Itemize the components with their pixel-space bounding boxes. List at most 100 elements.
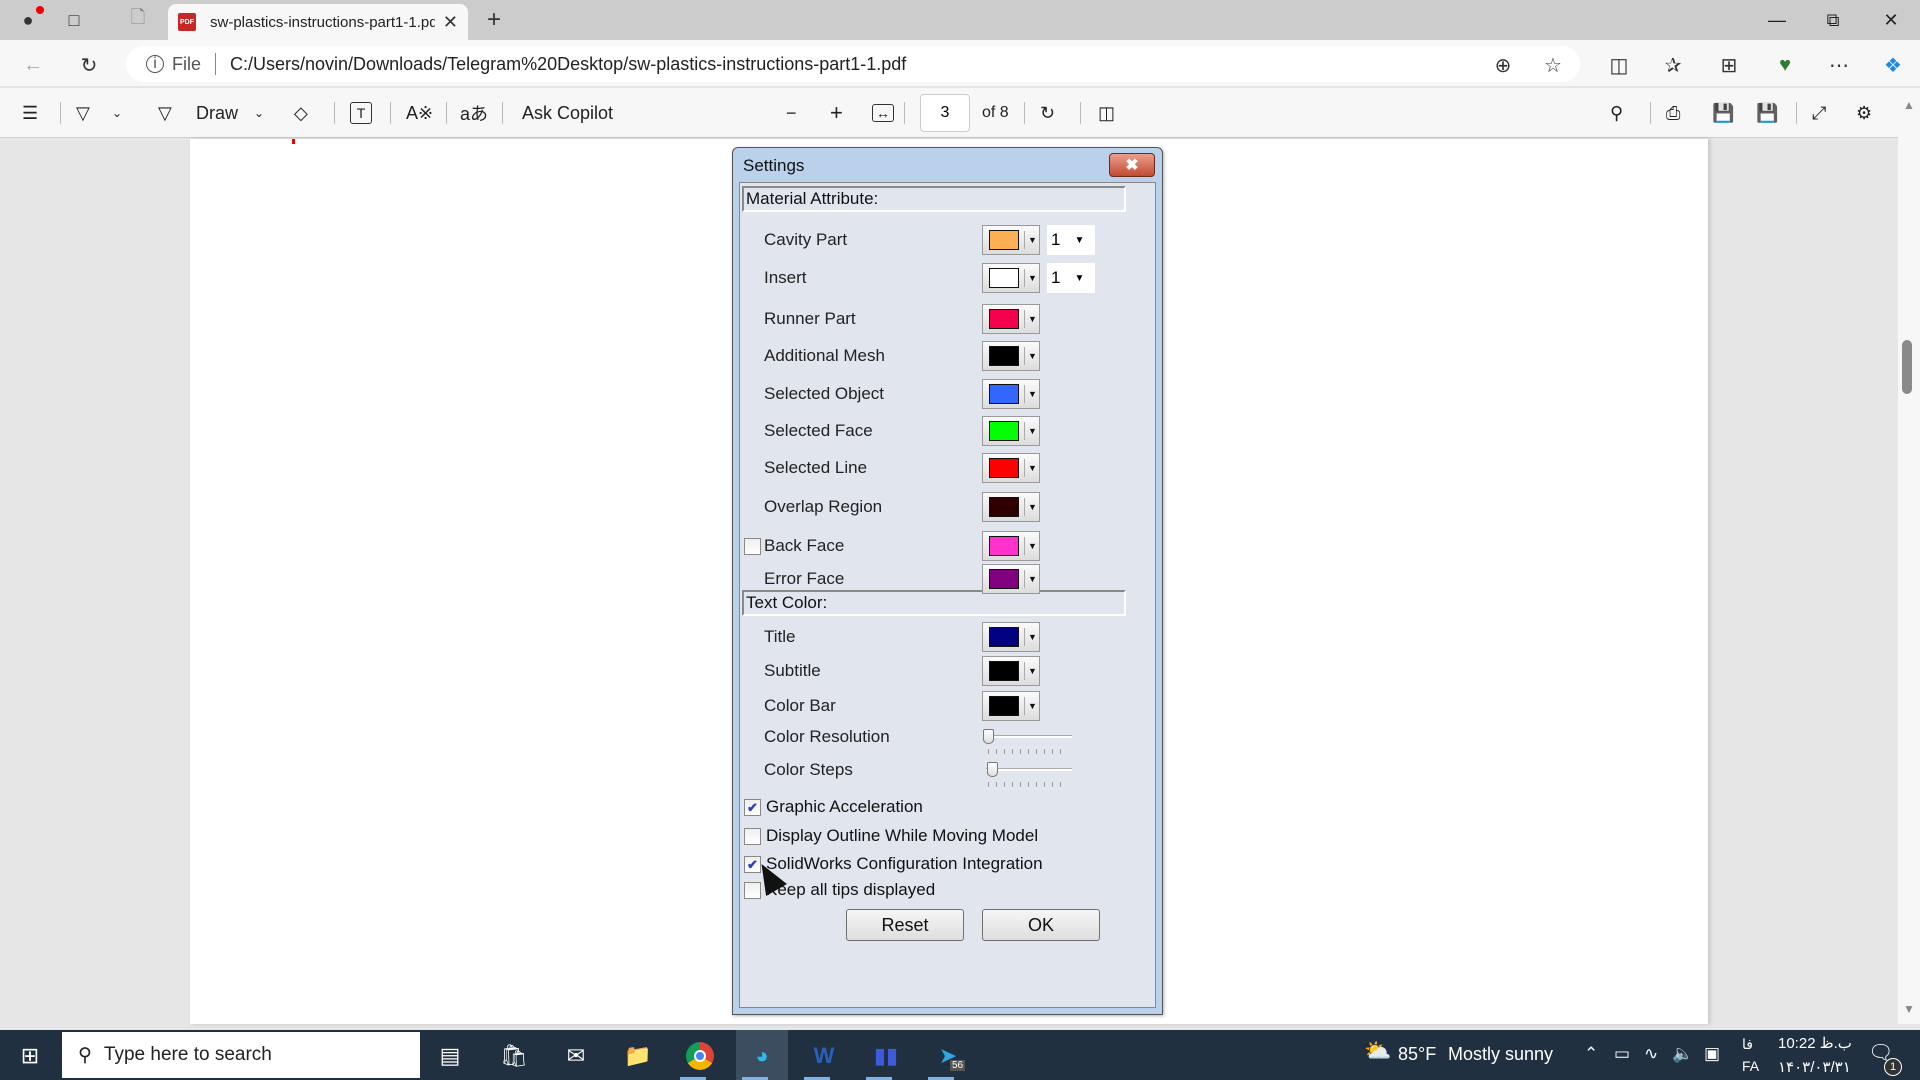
materials-number-select[interactable]: 1 ▼ — [1047, 225, 1095, 255]
materials-number-select[interactable]: 1 ▼ — [1047, 263, 1095, 293]
language-indicator[interactable]: FA — [1742, 1058, 1759, 1074]
favorites-icon[interactable]: ✰ — [1660, 52, 1686, 78]
page-icon[interactable]: 🗋 — [126, 7, 150, 32]
contents-icon[interactable]: ☰ — [22, 98, 38, 128]
ok-button[interactable]: OK — [982, 909, 1100, 941]
store-icon[interactable]: 🛍 — [492, 1036, 536, 1076]
scroll-down-arrow-icon[interactable]: ▼ — [1903, 1002, 1915, 1016]
minimize-button[interactable]: — — [1762, 6, 1792, 34]
file-explorer-icon[interactable]: 📁 — [616, 1036, 660, 1076]
weather-icon[interactable]: ⛅ — [1364, 1038, 1391, 1064]
weather-text[interactable]: Mostly sunny — [1448, 1044, 1553, 1065]
start-windows-icon[interactable]: ⊞ — [8, 1036, 52, 1076]
text_colors-color-picker[interactable]: ▼ — [982, 656, 1040, 686]
materials-color-picker[interactable]: ▼ — [982, 564, 1040, 594]
draw-button[interactable]: Draw — [196, 98, 238, 128]
new-tab-button[interactable]: + — [482, 6, 506, 33]
tab-active[interactable]: PDF sw-plastics-instructions-part1-1.pdf… — [168, 4, 468, 40]
option-label[interactable]: Keep all tips displayed — [766, 880, 935, 900]
dialog-close-button[interactable]: ✖ — [1109, 153, 1155, 177]
slider-knob[interactable] — [987, 762, 998, 777]
address-url[interactable]: C:/Users/novin/Downloads/Telegram%20Desk… — [230, 54, 906, 75]
zoom-icon[interactable]: ⊕ — [1490, 52, 1516, 78]
materials-color-picker[interactable]: ▼ — [982, 531, 1040, 561]
scrollbar-thumb[interactable] — [1902, 340, 1912, 394]
text-box-icon[interactable]: T — [350, 102, 372, 124]
save-as-icon[interactable]: 💾 — [1756, 98, 1778, 128]
copilot-icon[interactable]: ❖ — [1880, 52, 1906, 78]
materials-color-picker[interactable]: ▼ — [982, 341, 1040, 371]
page-number-input[interactable]: 3 — [920, 94, 970, 132]
restore-button[interactable]: ⧉ — [1818, 6, 1848, 34]
split-screen-icon[interactable]: ◫ — [1606, 52, 1632, 78]
scroll-up-arrow-icon[interactable]: ▲ — [1903, 98, 1915, 112]
fit-to-width-icon[interactable]: ↔ — [872, 104, 894, 122]
text_colors-color-picker[interactable]: ▼ — [982, 691, 1040, 721]
wifi-icon[interactable]: ∿ — [1644, 1044, 1658, 1064]
highlight-chevron-icon[interactable]: ⌄ — [112, 98, 122, 128]
materials-checkbox[interactable] — [744, 538, 761, 555]
find-icon[interactable]: ⚲ — [1610, 98, 1623, 128]
taskbar-search[interactable]: ⚲ Type here to search — [62, 1032, 420, 1078]
materials-color-picker[interactable]: ▼ — [982, 379, 1040, 409]
read-aloud-icon[interactable]: A※ — [406, 98, 433, 128]
option-label[interactable]: Display Outline While Moving Model — [766, 826, 1038, 846]
language-fa-native[interactable]: فا — [1742, 1036, 1753, 1053]
browser-essentials-icon[interactable]: ♥ — [1772, 52, 1798, 78]
battery-icon[interactable]: ▭ — [1614, 1044, 1630, 1064]
option-checkbox[interactable]: ✔ — [744, 799, 761, 816]
rotate-icon[interactable]: ↻ — [1040, 98, 1055, 128]
color-resolution-slider[interactable] — [982, 729, 1074, 759]
option-label[interactable]: Graphic Acceleration — [766, 797, 923, 817]
save-icon[interactable]: 💾 — [1712, 98, 1734, 128]
draw-chevron-icon[interactable]: ⌄ — [254, 98, 264, 128]
draw-icon[interactable]: ▽ — [158, 98, 172, 128]
refresh-button[interactable]: ↻ — [76, 52, 102, 78]
option-label[interactable]: SolidWorks Configuration Integration — [766, 854, 1043, 874]
chart-app-icon[interactable]: ▮▮ — [864, 1036, 908, 1076]
collections-icon[interactable]: ⊞ — [1716, 52, 1742, 78]
settings-gear-icon[interactable]: ⚙ — [1856, 98, 1872, 128]
weather-temp[interactable]: 85°F — [1398, 1044, 1436, 1065]
print-icon[interactable]: ⎙ — [1666, 98, 1680, 128]
text_colors-color-picker[interactable]: ▼ — [982, 622, 1040, 652]
clock-date[interactable]: ۱۴۰۳/۰۳/۳۱ — [1778, 1058, 1851, 1076]
reset-button[interactable]: Reset — [846, 909, 964, 941]
materials-color-picker[interactable]: ▼ — [982, 453, 1040, 483]
materials-color-picker[interactable]: ▼ — [982, 304, 1040, 334]
option-checkbox[interactable] — [744, 882, 761, 899]
materials-color-picker[interactable]: ▼ — [982, 492, 1040, 522]
ask-copilot-button[interactable]: Ask Copilot — [522, 98, 613, 128]
chrome-icon[interactable] — [678, 1036, 722, 1076]
favorite-star-icon[interactable]: ☆ — [1540, 52, 1566, 78]
mail-icon[interactable]: ✉ — [554, 1036, 598, 1076]
materials-color-picker[interactable]: ▼ — [982, 263, 1040, 293]
vertical-scrollbar[interactable] — [1898, 90, 1920, 1024]
word-icon[interactable]: W — [802, 1036, 846, 1076]
option-checkbox[interactable] — [744, 828, 761, 845]
tab-close-icon[interactable]: ✕ — [443, 12, 458, 33]
address-bar[interactable]: i File C:/Users/novin/Downloads/Telegram… — [126, 46, 1580, 82]
zoom-in-button[interactable]: + — [830, 98, 843, 128]
clock-time[interactable]: 10:22 ب.ظ — [1778, 1034, 1852, 1052]
volume-icon[interactable]: 🔈 — [1672, 1044, 1693, 1064]
materials-color-picker[interactable]: ▼ — [982, 416, 1040, 446]
edge-icon[interactable]: ◕ — [740, 1036, 784, 1076]
highlight-icon[interactable]: ▽ — [76, 98, 90, 128]
color-steps-slider[interactable] — [982, 762, 1074, 792]
workspaces-icon[interactable]: □ — [62, 8, 86, 32]
more-menu-icon[interactable]: ⋯ — [1826, 52, 1852, 78]
show-hidden-icons-chevron-icon[interactable]: ⌃ — [1584, 1044, 1598, 1064]
close-window-button[interactable]: ✕ — [1876, 6, 1906, 34]
eraser-icon[interactable]: ◇ — [294, 98, 308, 128]
slider-knob[interactable] — [983, 729, 994, 744]
zoom-out-button[interactable]: − — [786, 98, 797, 128]
materials-color-picker[interactable]: ▼ — [982, 225, 1040, 255]
task-view-icon[interactable]: ▤ — [428, 1036, 472, 1076]
translate-icon[interactable]: aあ — [460, 98, 488, 128]
fullscreen-icon[interactable]: ⤢ — [1812, 98, 1826, 128]
info-icon[interactable]: i — [146, 55, 164, 73]
page-view-icon[interactable]: ◫ — [1098, 98, 1115, 128]
meet-now-icon[interactable]: ▣ — [1704, 1044, 1720, 1064]
back-button[interactable]: ← — [20, 52, 46, 78]
